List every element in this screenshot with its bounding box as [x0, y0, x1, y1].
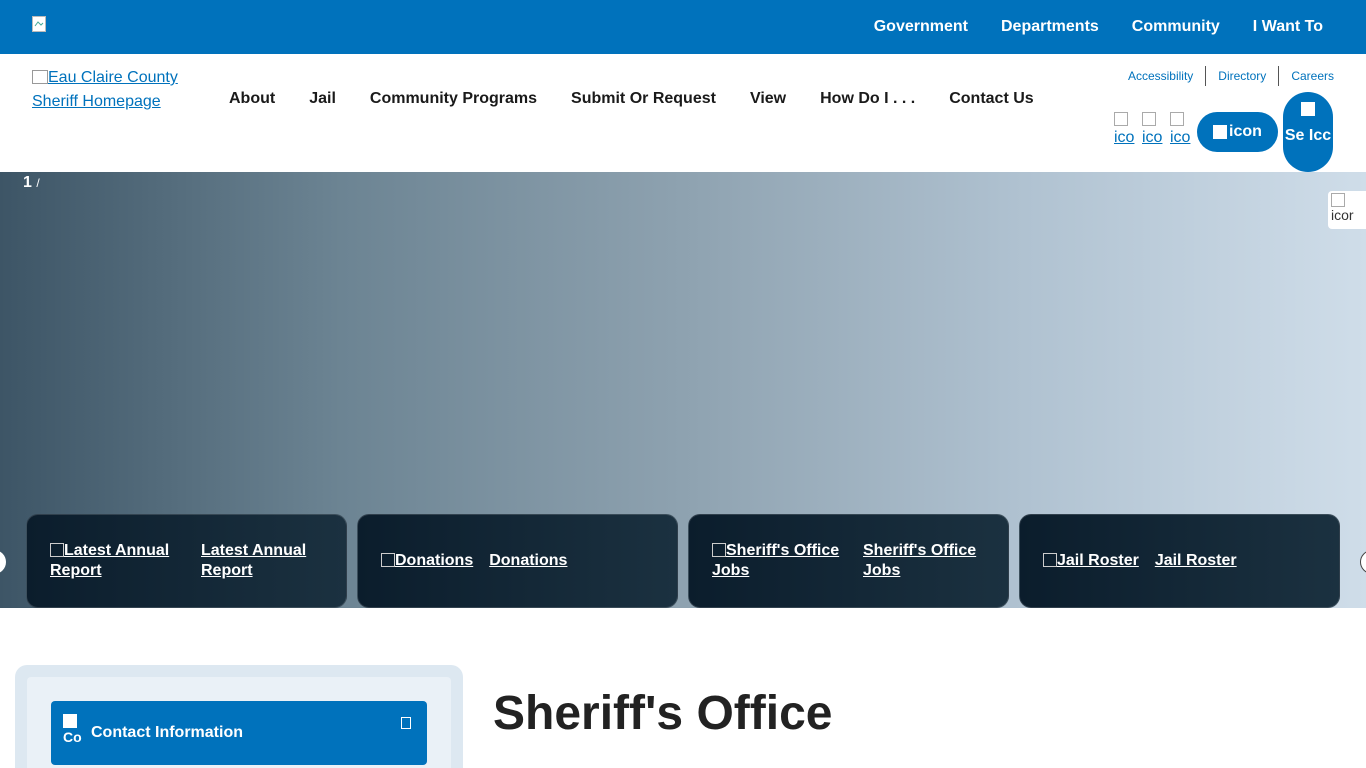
main-navigation: About Jail Community Programs Submit Or …: [229, 90, 1068, 108]
county-logo-image[interactable]: [32, 16, 48, 32]
logo-alt-text: Eau Claire County Sheriff Homepage: [32, 69, 178, 110]
broken-image-icon: [1114, 112, 1128, 126]
social-icon-3[interactable]: ico: [1170, 112, 1192, 148]
site-header: Eau Claire County Sheriff Homepage About…: [0, 54, 1366, 172]
search-icon: [1301, 102, 1315, 116]
nav-about[interactable]: About: [229, 90, 275, 108]
card-image-alt-text: Sheriff's Office Jobs: [712, 542, 840, 579]
broken-image-icon: [50, 543, 64, 557]
nav-submit-or-request[interactable]: Submit Or Request: [571, 90, 716, 108]
broken-image-icon: [1043, 553, 1057, 567]
nav-jail[interactable]: Jail: [309, 90, 336, 108]
icon-alt-text: ico: [1142, 129, 1163, 146]
contact-icon: Co: [63, 714, 87, 752]
icon-alt-text: ico: [1170, 129, 1191, 146]
card-image-alt: Latest Annual Report: [50, 541, 185, 581]
utility-links: Accessibility Directory Careers: [1116, 66, 1334, 86]
slide-counter: 1 /: [23, 174, 40, 192]
broken-image-icon: [1170, 112, 1184, 126]
card-latest-annual-report[interactable]: Latest Annual Report Latest Annual Repor…: [26, 514, 347, 608]
social-icon-1[interactable]: ico: [1114, 112, 1136, 148]
hero-banner: 1 / icor Latest Annual Report Latest Ann…: [0, 172, 1366, 608]
page-title: Sheriff's Office: [493, 687, 833, 740]
side-widget-label: icor: [1331, 207, 1354, 223]
contact-icon-alt: Co: [63, 729, 82, 745]
carousel-prev-arrow[interactable]: [0, 550, 6, 574]
slide-separator: /: [36, 176, 40, 190]
nav-view[interactable]: View: [750, 90, 786, 108]
search-button-label: Se Icc: [1284, 127, 1332, 144]
top-bar: Government Departments Community I Want …: [0, 0, 1366, 54]
sidebar-inner: Co Contact Information: [27, 677, 451, 768]
card-label: Sheriff's Office Jobs: [863, 542, 977, 579]
broken-image-icon: [712, 543, 726, 557]
accessibility-link[interactable]: Accessibility: [1116, 66, 1205, 86]
search-button[interactable]: Se Icc: [1283, 92, 1333, 172]
slide-current: 1: [23, 174, 32, 191]
card-donations[interactable]: Donations Donations: [357, 514, 678, 608]
nav-community-programs[interactable]: Community Programs: [370, 90, 537, 108]
topnav-government[interactable]: Government: [874, 18, 968, 36]
contact-information-accordion[interactable]: Co Contact Information: [51, 701, 427, 765]
card-image-alt-text: Jail Roster: [1057, 552, 1139, 569]
card-label: Jail Roster: [1154, 552, 1237, 569]
card-image-alt-text: Latest Annual Report: [50, 542, 170, 579]
carousel-next-arrow[interactable]: [1360, 550, 1366, 574]
card-sheriffs-office-jobs[interactable]: Sheriff's Office Jobs Sheriff's Office J…: [688, 514, 1009, 608]
quick-link-cards: Latest Annual Report Latest Annual Repor…: [26, 514, 1350, 608]
sheriff-homepage-logo[interactable]: Eau Claire County Sheriff Homepage: [32, 66, 192, 114]
broken-image-icon: [1142, 112, 1156, 126]
careers-link[interactable]: Careers: [1279, 66, 1334, 86]
translate-button[interactable]: icon: [1197, 112, 1278, 152]
card-image-alt-text: Donations: [395, 552, 474, 569]
nav-contact-us[interactable]: Contact Us: [949, 90, 1033, 108]
broken-image-icon: [381, 553, 395, 567]
topnav-community[interactable]: Community: [1132, 18, 1220, 36]
nav-how-do-i[interactable]: How Do I . . .: [820, 90, 915, 108]
broken-image-icon: [63, 714, 77, 728]
side-feedback-widget[interactable]: icor: [1328, 191, 1366, 229]
card-label: Donations: [489, 552, 568, 569]
card-jail-roster[interactable]: Jail Roster Jail Roster: [1019, 514, 1340, 608]
topnav-departments[interactable]: Departments: [1001, 18, 1099, 36]
topnav-i-want-to[interactable]: I Want To: [1253, 18, 1323, 36]
pill-button-label: icon: [1229, 123, 1262, 140]
social-icon-2[interactable]: ico: [1142, 112, 1164, 148]
card-image-alt: Donations: [381, 551, 473, 571]
card-label: Latest Annual Report: [201, 542, 307, 579]
card-image-alt: Sheriff's Office Jobs: [712, 541, 847, 581]
contact-information-label: Contact Information: [91, 724, 243, 741]
sidebar-panel: Co Contact Information: [15, 665, 463, 768]
broken-image-icon: [1331, 193, 1345, 207]
broken-image-icon: [32, 70, 48, 84]
directory-link[interactable]: Directory: [1206, 66, 1278, 86]
card-image-alt: Jail Roster: [1043, 551, 1139, 571]
broken-image-icon: [1213, 125, 1228, 139]
top-navigation: Government Departments Community I Want …: [841, 0, 1323, 54]
social-icon-links: ico ico ico: [1114, 112, 1198, 148]
icon-alt-text: ico: [1114, 129, 1135, 146]
expand-icon: [401, 717, 411, 729]
